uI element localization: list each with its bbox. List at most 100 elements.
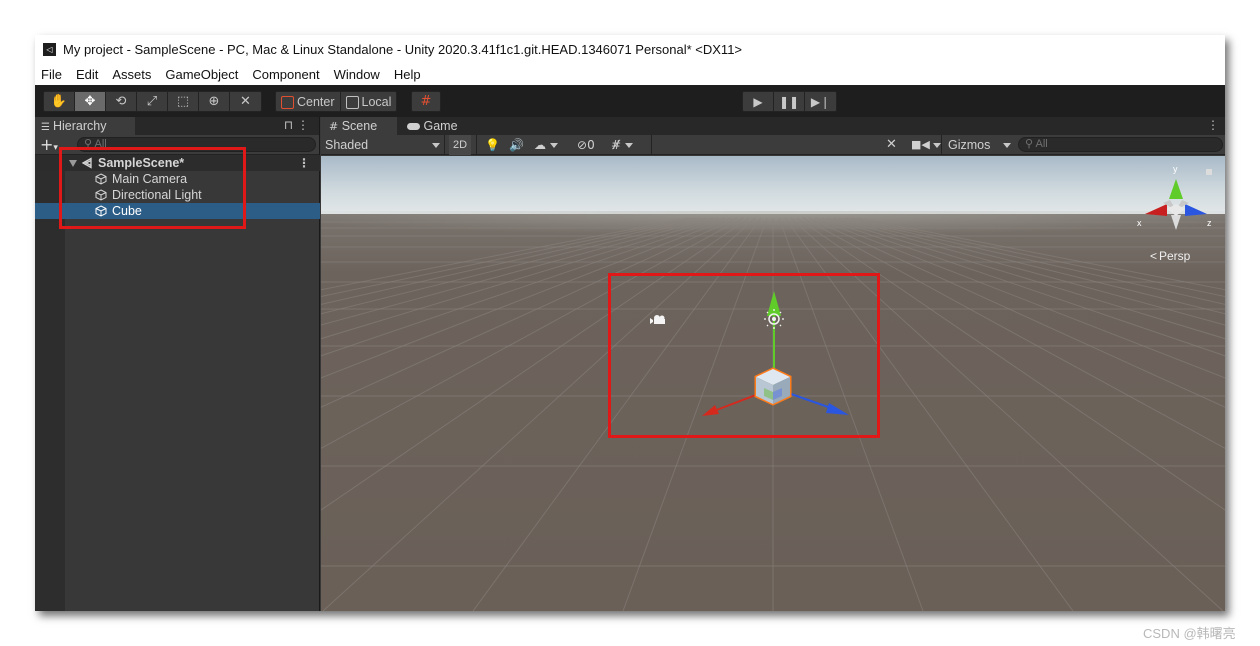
gizmo-lock-icon[interactable] (1206, 169, 1212, 175)
watermark: CSDN @韩曙亮 (1143, 626, 1236, 641)
menu-edit[interactable]: Edit (76, 63, 105, 85)
scene-toolbar: Shaded 2D 💡 🔊 ☁ ⊘0 #̸ ✕ ■◀ Gizmos ⚲ All (321, 135, 1225, 155)
gameobject-cube-icon (95, 189, 107, 201)
kebab-menu-icon[interactable]: ⋮ (1207, 118, 1219, 132)
lock-icon[interactable]: ⊓ (284, 118, 293, 132)
gameobject-cube-icon (95, 173, 107, 185)
scene-tabbar: # Scene Game ⋮ (321, 117, 1225, 135)
hand-tool-button[interactable]: ✋ (44, 92, 75, 111)
expand-arrow-icon[interactable] (69, 160, 77, 167)
transform-tools: ✋ ✥ ⟲ ⤢ ⬚ ⊕ ✕ (43, 91, 262, 112)
hierarchy-item-label: Main Camera (112, 172, 188, 186)
scene-name: SampleScene* (98, 156, 185, 170)
hidden-count: 0 (587, 138, 595, 152)
hierarchy-item-cube[interactable]: Cube (35, 203, 320, 219)
tab-game-label: Game (423, 119, 458, 133)
hierarchy-item-main-camera[interactable]: Main Camera (35, 171, 320, 187)
unity-editor-window: ◁ My project - SampleScene - PC, Mac & L… (35, 35, 1225, 611)
add-object-button[interactable]: +▾ (40, 135, 58, 154)
transform-tool-button[interactable]: ⊕ (199, 92, 230, 111)
hierarchy-item-label: Cube (112, 204, 142, 218)
hierarchy-panel: ☰Hierarchy ⊓ ⋮ +▾ ⚲ All SampleScene* ⋮ (35, 117, 320, 611)
hierarchy-tab-menu[interactable]: ⊓ ⋮ (284, 118, 309, 132)
scene-search-placeholder: All (1035, 138, 1048, 150)
menu-component[interactable]: Component (252, 63, 326, 85)
shading-mode-dropdown[interactable]: Shaded (325, 135, 441, 155)
eye-slash-icon: ⊘ (577, 138, 588, 152)
menu-gameobject[interactable]: GameObject (165, 63, 245, 85)
menu-file[interactable]: File (41, 63, 69, 85)
audio-toggle-icon[interactable]: 🔊 (509, 135, 524, 155)
divider (444, 135, 445, 155)
gameobject-cube-icon (95, 205, 107, 217)
rotate-tool-button[interactable]: ⟲ (106, 92, 137, 111)
projection-label[interactable]: Persp (1159, 249, 1191, 263)
rect-tool-button[interactable]: ⬚ (168, 92, 199, 111)
pivot-center-icon (281, 96, 294, 109)
pivot-controls: Center Local (275, 91, 398, 112)
scene-panel: # Scene Game ⋮ Shaded 2D 💡 🔊 ☁ ⊘0 #̸ ✕ ■… (321, 117, 1225, 611)
selected-cube[interactable] (754, 367, 792, 406)
tab-game[interactable]: Game (399, 117, 469, 135)
grid-snap-icon[interactable]: # (412, 92, 440, 111)
hierarchy-tree: SampleScene* ⋮ Main Camera Directional L… (35, 155, 320, 611)
window-title: My project - SampleScene - PC, Mac & Lin… (63, 42, 743, 57)
pivot-local-button[interactable]: Local (341, 92, 397, 111)
pivot-local-label: Local (361, 94, 392, 109)
scene-viewport[interactable]: y x z < Persp (321, 156, 1225, 611)
custom-tool-button[interactable]: ✕ (230, 92, 261, 111)
axis-label-x: x (1137, 218, 1142, 228)
pivot-center-button[interactable]: Center (276, 92, 341, 111)
gizmos-dropdown[interactable]: Gizmos (941, 135, 1017, 155)
hierarchy-search-input[interactable]: ⚲ All (77, 137, 316, 152)
move-tool-button[interactable]: ✥ (75, 92, 106, 111)
hierarchy-tab-label: Hierarchy (52, 119, 107, 133)
main-toolbar: ✋ ✥ ⟲ ⤢ ⬚ ⊕ ✕ Center Local # ▶ ❚❚ ▶❘ (35, 85, 1225, 117)
kebab-menu-icon[interactable]: ⋮ (297, 118, 309, 132)
unity-scene-icon (81, 157, 92, 169)
tools-icon[interactable]: ✕ (886, 135, 897, 155)
camera-icon[interactable]: ■◀ (911, 135, 942, 155)
chevron-down-icon: ▾ (53, 143, 58, 153)
lighting-toggle-icon[interactable]: 💡 (485, 135, 500, 155)
play-controls: ▶ ❚❚ ▶❘ (742, 91, 837, 112)
scene-row[interactable]: SampleScene* ⋮ (35, 155, 320, 171)
axis-label-z: z (1207, 218, 1212, 228)
effects-toggle-icon[interactable]: ☁ (534, 135, 558, 155)
list-icon: ☰ (41, 122, 50, 133)
scene-menu-icon[interactable]: ⋮ (298, 155, 310, 171)
projection-arrow-icon[interactable]: < (1150, 249, 1157, 263)
hierarchy-item-label: Directional Light (112, 188, 202, 202)
scene-search-input[interactable]: ⚲ All (1018, 137, 1223, 152)
tab-scene[interactable]: # Scene (321, 117, 397, 135)
chevron-down-icon (432, 143, 440, 148)
hierarchy-search-placeholder: All (94, 138, 107, 150)
pivot-local-icon (345, 96, 359, 109)
hidden-objects-toggle[interactable]: ⊘0 (577, 135, 595, 155)
gamepad-icon (407, 123, 420, 131)
menu-assets[interactable]: Assets (112, 63, 158, 85)
hierarchy-toolbar: +▾ ⚲ All (35, 135, 319, 155)
menu-window[interactable]: Window (334, 63, 387, 85)
grid-toggle-icon[interactable]: #̸ (611, 135, 633, 155)
grid-snap-group: # (411, 91, 441, 112)
tab-hierarchy[interactable]: ☰ Hierarchy (35, 117, 135, 135)
step-button[interactable]: ▶❘ (805, 92, 836, 111)
menu-help[interactable]: Help (394, 63, 428, 85)
gizmos-label: Gizmos (948, 138, 991, 152)
unity-logo-icon: ◁ (43, 43, 56, 56)
hierarchy-tabbar: ☰ Hierarchy ⊓ ⋮ (35, 117, 319, 135)
hierarchy-gutter (35, 155, 65, 611)
tab-scene-label: Scene (341, 119, 378, 133)
menu-bar: File Edit Assets GameObject Component Wi… (35, 63, 1225, 85)
pause-button[interactable]: ❚❚ (774, 92, 805, 111)
scale-tool-button[interactable]: ⤢ (137, 92, 168, 111)
shading-mode-label: Shaded (325, 138, 369, 152)
chevron-down-icon (1003, 143, 1011, 148)
scene-render[interactable]: y x z < Persp (321, 156, 1225, 611)
title-bar: ◁ My project - SampleScene - PC, Mac & L… (35, 35, 1225, 63)
hierarchy-item-directional-light[interactable]: Directional Light (35, 187, 320, 203)
play-button[interactable]: ▶ (743, 92, 774, 111)
2d-toggle-button[interactable]: 2D (449, 135, 471, 155)
axis-label-y: y (1173, 164, 1178, 174)
